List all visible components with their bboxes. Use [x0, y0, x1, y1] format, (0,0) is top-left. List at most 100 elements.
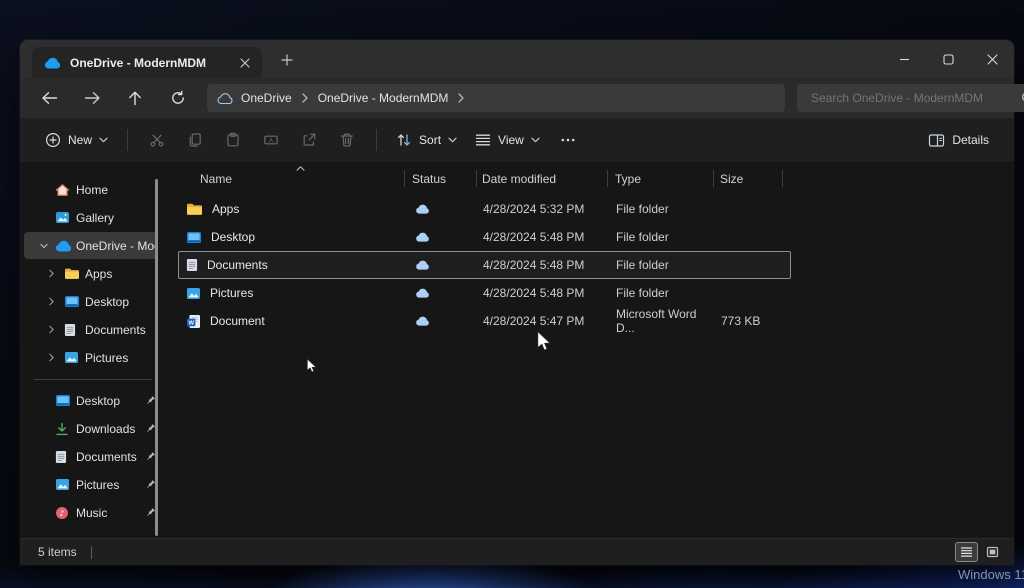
- view-list-icon: [475, 133, 491, 147]
- pictures-folder-icon: [186, 287, 201, 300]
- table-row[interactable]: W Document 4/28/2024 5:47 PM Microsoft W…: [178, 307, 791, 335]
- desktop: OneDrive - ModernMDM: [0, 0, 1024, 588]
- pictures-folder-icon: [55, 478, 76, 491]
- search-box[interactable]: [797, 84, 1024, 112]
- chevron-right-icon[interactable]: [49, 353, 64, 362]
- documents-folder-icon: [64, 323, 85, 337]
- minimize-button[interactable]: [882, 40, 926, 78]
- file-name: Document: [210, 314, 265, 328]
- explorer-tab[interactable]: OneDrive - ModernMDM: [32, 47, 262, 78]
- column-header-name[interactable]: Name: [178, 166, 405, 191]
- sidebar-divider: [34, 379, 152, 380]
- new-tab-button[interactable]: [274, 47, 300, 73]
- up-button[interactable]: [118, 83, 152, 113]
- sidebar-item-desktop[interactable]: Desktop: [24, 288, 158, 315]
- breadcrumb-root[interactable]: OneDrive: [241, 91, 292, 105]
- chevron-right-icon[interactable]: [300, 93, 310, 103]
- delete-button[interactable]: [328, 124, 366, 156]
- sidebar-item-label: Desktop: [76, 394, 120, 408]
- pinned-item-downloads[interactable]: Downloads: [24, 415, 158, 442]
- forward-button[interactable]: [75, 83, 109, 113]
- thumbnail-view-toggle[interactable]: [981, 542, 1004, 562]
- rename-button[interactable]: A: [252, 124, 290, 156]
- breadcrumb-current[interactable]: OneDrive - ModernMDM: [318, 91, 449, 105]
- view-button[interactable]: View: [466, 124, 549, 156]
- pinned-item-music[interactable]: ♪ Music: [24, 499, 158, 526]
- toolbar-separator: [127, 129, 128, 151]
- sidebar-item-label: Pictures: [85, 351, 128, 365]
- pinned-item-pictures[interactable]: Pictures: [24, 471, 158, 498]
- date-modified: 4/28/2024 5:32 PM: [483, 202, 584, 216]
- details-pane-icon: [928, 133, 945, 148]
- paste-button[interactable]: [214, 124, 252, 156]
- close-button[interactable]: [970, 40, 1014, 78]
- details-view-toggle[interactable]: [955, 542, 978, 562]
- copy-button[interactable]: [176, 124, 214, 156]
- command-bar: New A: [20, 118, 1014, 163]
- chevron-down-icon: [531, 137, 540, 143]
- date-modified: 4/28/2024 5:47 PM: [483, 314, 584, 328]
- windows-watermark: Windows 11 E: [958, 567, 1024, 582]
- cloud-status-icon: [415, 232, 430, 242]
- desktop-folder-icon: [64, 295, 85, 308]
- documents-folder-icon: [55, 450, 76, 464]
- svg-text:♪: ♪: [59, 508, 64, 517]
- file-name: Apps: [212, 202, 239, 216]
- downloads-icon: [55, 422, 76, 436]
- date-modified: 4/28/2024 5:48 PM: [483, 230, 584, 244]
- table-row[interactable]: Pictures 4/28/2024 5:48 PM File folder: [178, 279, 791, 307]
- sidebar-scrollbar[interactable]: [155, 179, 158, 536]
- view-button-label: View: [498, 133, 524, 147]
- column-header-date-modified[interactable]: Date modified: [477, 166, 608, 191]
- table-row[interactable]: Apps 4/28/2024 5:32 PM File folder: [178, 195, 791, 223]
- sort-button[interactable]: Sort: [387, 124, 466, 156]
- chevron-right-icon[interactable]: [49, 325, 64, 334]
- column-header-status[interactable]: Status: [405, 166, 477, 191]
- sidebar-item-label: Downloads: [76, 422, 135, 436]
- details-button-label: Details: [952, 133, 989, 147]
- sidebar-item-home[interactable]: Home: [24, 176, 158, 203]
- navigation-bar: OneDrive OneDrive - ModernMDM: [20, 78, 1014, 118]
- plus-circle-icon: [45, 132, 61, 148]
- table-row-selected[interactable]: Documents 4/28/2024 5:48 PM File folder: [178, 251, 791, 279]
- share-button[interactable]: [290, 124, 328, 156]
- chevron-down-icon[interactable]: [40, 243, 55, 249]
- back-button[interactable]: [32, 83, 66, 113]
- chevron-right-icon[interactable]: [49, 297, 64, 306]
- sidebar-item-label: Apps: [85, 267, 112, 281]
- more-options-button[interactable]: [549, 124, 587, 156]
- breadcrumb[interactable]: OneDrive OneDrive - ModernMDM: [207, 84, 785, 112]
- desktop-folder-icon: [55, 394, 76, 407]
- file-type: File folder: [616, 258, 669, 272]
- column-header-size[interactable]: Size: [714, 166, 783, 191]
- maximize-button[interactable]: [926, 40, 970, 78]
- sidebar-item-gallery[interactable]: Gallery: [24, 204, 158, 231]
- new-button[interactable]: New: [36, 124, 117, 156]
- sidebar-item-pictures[interactable]: Pictures: [24, 344, 158, 371]
- sidebar-item-documents[interactable]: Documents: [24, 316, 158, 343]
- file-name: Desktop: [211, 230, 255, 244]
- sidebar-item-label: Gallery: [76, 211, 114, 225]
- table-row[interactable]: Desktop 4/28/2024 5:48 PM File folder: [178, 223, 791, 251]
- sidebar-item-apps[interactable]: Apps: [24, 260, 158, 287]
- home-icon: [55, 183, 76, 197]
- view-toggles: [955, 542, 1004, 562]
- pictures-folder-icon: [64, 351, 85, 364]
- details-pane-button[interactable]: Details: [919, 124, 998, 156]
- chevron-right-icon[interactable]: [49, 269, 64, 278]
- new-button-label: New: [68, 133, 92, 147]
- pinned-item-desktop[interactable]: Desktop: [24, 387, 158, 414]
- search-input[interactable]: [807, 91, 1021, 105]
- sidebar-item-onedrive[interactable]: OneDrive - Mod: [24, 232, 158, 259]
- refresh-button[interactable]: [161, 83, 195, 113]
- tab-close-icon[interactable]: [234, 52, 256, 74]
- sort-button-label: Sort: [419, 133, 441, 147]
- pinned-item-documents[interactable]: Documents: [24, 443, 158, 470]
- documents-folder-icon: [186, 258, 198, 272]
- status-bar: 5 items: [20, 538, 1014, 565]
- status-divider: [91, 546, 92, 559]
- chevron-right-icon[interactable]: [456, 93, 466, 103]
- sidebar-item-label: Pictures: [76, 478, 119, 492]
- column-header-type[interactable]: Type: [608, 166, 714, 191]
- cut-button[interactable]: [138, 124, 176, 156]
